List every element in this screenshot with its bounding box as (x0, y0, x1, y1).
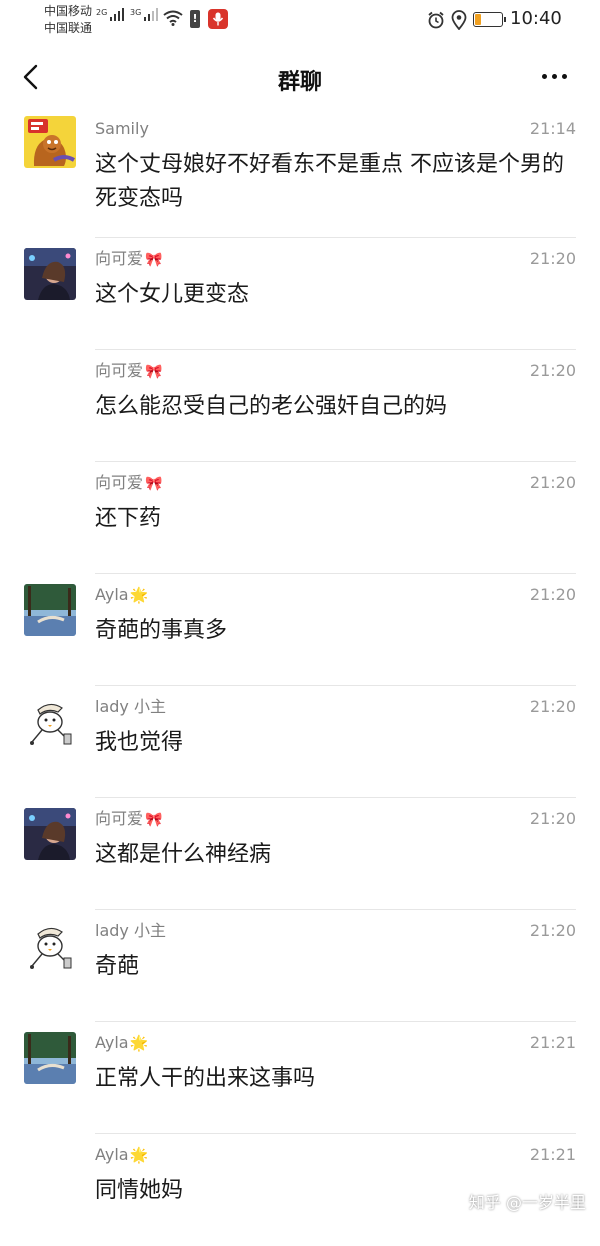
message-time: 21:20 (529, 921, 576, 940)
message-text: 这个丈母娘好不好看东不是重点 不应该是个男的死变态吗 (95, 152, 564, 211)
message-time: 21:21 (529, 1033, 576, 1052)
carrier-1: 中国移动 (44, 4, 93, 18)
sender-name: 向可爱 🎀 (95, 249, 163, 268)
message-item[interactable]: 向可爱 🎀 21:20 还下药 (0, 462, 600, 574)
message-time: 21:21 (529, 1145, 576, 1164)
message-item[interactable]: 向可爱 🎀 21:20 怎么能忍受自己的老公强奸自己的妈 (0, 350, 600, 462)
status-bar: 中国移动 中国联通 2G 3G ! 10:40 (0, 0, 600, 44)
message-time: 21:20 (529, 473, 576, 492)
sender-name: 向可爱 🎀 (95, 473, 163, 492)
message-time: 21:20 (529, 809, 576, 828)
message-time: 21:20 (529, 361, 576, 380)
message-time: 21:20 (529, 249, 576, 268)
message-item[interactable]: Ayla🌟 21:20 奇葩的事真多 (0, 574, 600, 686)
location-icon (451, 10, 467, 30)
message-time: 21:20 (529, 585, 576, 604)
message-time: 21:14 (529, 119, 576, 138)
ribbon-icon: 🎀 (145, 476, 163, 492)
sender-name: lady 小主 (95, 697, 166, 716)
sender-name: 向可爱 🎀 (95, 809, 163, 828)
message-text: 我也觉得 (95, 730, 184, 755)
ribbon-icon: 🎀 (145, 252, 163, 268)
alarm-icon (428, 11, 444, 29)
avatar[interactable] (24, 808, 76, 860)
sender-name: Ayla🌟 (95, 585, 149, 604)
message-list: Samily 21:14 这个丈母娘好不好看东不是重点 不应该是个男的死变态吗 … (0, 110, 600, 1246)
nav-bar: 群聊 (0, 44, 600, 110)
message-item[interactable]: lady 小主 21:20 奇葩 (0, 910, 600, 1022)
star-icon: 🌟 (129, 586, 149, 604)
sender-name: lady 小主 (95, 921, 166, 940)
avatar[interactable] (24, 696, 76, 748)
avatar[interactable] (24, 1032, 76, 1084)
network-type-1: 2G (96, 8, 108, 17)
carrier-2: 中国联通 (44, 21, 93, 35)
star-icon: 🌟 (129, 1034, 149, 1052)
network-type-2: 3G (130, 8, 142, 17)
page-title: 群聊 (277, 70, 322, 95)
sender-name: 向可爱 🎀 (95, 361, 163, 380)
message-text: 这都是什么神经病 (95, 842, 272, 867)
battery-icon (473, 12, 506, 27)
message-item[interactable]: lady 小主 21:20 我也觉得 (0, 686, 600, 798)
signal-1-icon: 2G (96, 8, 125, 21)
star-icon: 🌟 (129, 1146, 149, 1164)
message-text: 奇葩的事真多 (95, 618, 228, 643)
message-time: 21:20 (529, 697, 576, 716)
wifi-icon (163, 10, 183, 26)
sender-name: Ayla🌟 (95, 1033, 149, 1052)
message-text: 怎么能忍受自己的老公强奸自己的妈 (95, 394, 448, 419)
ribbon-icon: 🎀 (145, 812, 163, 828)
microphone-icon (208, 9, 228, 29)
carrier-labels: 中国移动 中国联通 (44, 3, 92, 37)
avatar[interactable] (24, 920, 76, 972)
clock: 10:40 (510, 8, 562, 29)
message-text: 奇葩 (95, 954, 140, 979)
more-options-icon[interactable] (542, 74, 567, 79)
message-text: 这个女儿更变态 (95, 282, 250, 307)
signal-2-icon: 3G (130, 8, 159, 21)
sender-name: Samily (95, 119, 149, 138)
battery-alert-icon: ! (190, 10, 200, 28)
avatar[interactable] (24, 116, 76, 168)
message-item[interactable]: 向可爱 🎀 21:20 这都是什么神经病 (0, 798, 600, 910)
message-text: 正常人干的出来这事吗 (95, 1066, 316, 1091)
watermark: 知乎 @一岁半里 (468, 1193, 586, 1212)
sender-name: Ayla🌟 (95, 1145, 149, 1164)
message-item[interactable]: Ayla🌟 21:21 正常人干的出来这事吗 (0, 1022, 600, 1134)
avatar[interactable] (24, 248, 76, 300)
message-item[interactable]: 向可爱 🎀 21:20 这个女儿更变态 (0, 238, 600, 350)
message-text: 还下药 (95, 506, 162, 531)
avatar[interactable] (24, 584, 76, 636)
ribbon-icon: 🎀 (145, 364, 163, 380)
message-item[interactable]: Samily 21:14 这个丈母娘好不好看东不是重点 不应该是个男的死变态吗 (0, 110, 600, 238)
